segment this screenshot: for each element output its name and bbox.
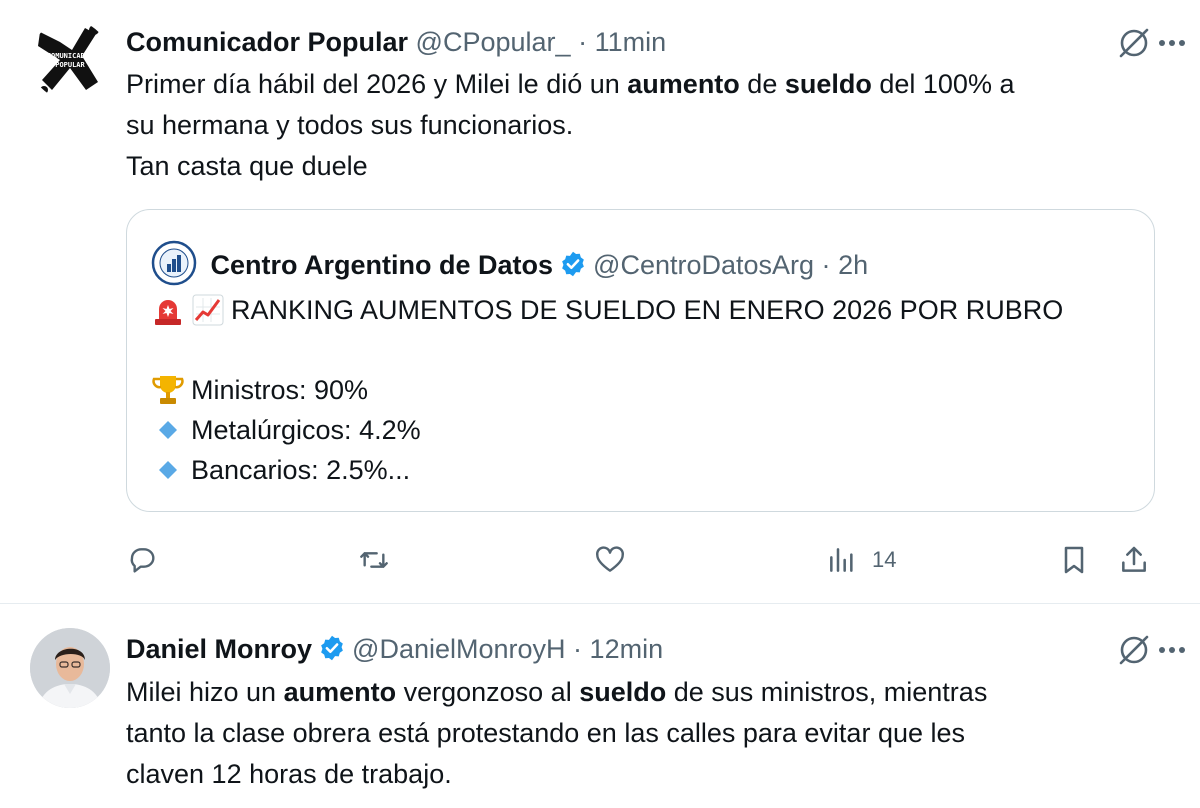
verified-badge-icon <box>562 251 584 277</box>
rotating-light-icon <box>155 300 181 325</box>
chart-increasing-icon <box>192 294 224 326</box>
author-name[interactable]: Comunicador Popular <box>126 27 408 57</box>
quote-avatar[interactable] <box>151 240 197 286</box>
blue-diamond-icon <box>159 461 177 479</box>
avatar[interactable]: COMUNICADOR POPULAR <box>30 20 110 100</box>
views-count: 14 <box>872 547 897 572</box>
tweet-text-line: Tan casta que duele <box>126 151 368 181</box>
separator-dot: · <box>821 250 831 280</box>
tweet-text-line: Milei hizo un aumento vergonzoso al suel… <box>126 677 988 707</box>
tweet-header: Daniel Monroy @DanielMonroyH · 12min <box>126 631 663 667</box>
ranking-item: Metalúrgicos: 4.2% <box>151 410 1063 450</box>
author-handle[interactable]: @CPopular_ <box>416 27 571 57</box>
bookmark-button[interactable] <box>1058 538 1090 582</box>
ranking-item-text: Metalúrgicos: 4.2% <box>191 415 421 445</box>
bookmark-icon <box>1064 546 1084 574</box>
views-button[interactable]: 14 <box>826 538 896 582</box>
tweet[interactable]: Daniel Monroy @DanielMonroyH · 12min Mile… <box>0 604 1200 808</box>
tweet-text: Primer día hábil del 2026 y Milei le dió… <box>126 64 1146 187</box>
quoted-tweet[interactable]: Centro Argentino de Datos @CentroDatosArg… <box>126 209 1155 512</box>
svg-text:POPULAR: POPULAR <box>55 61 85 69</box>
grok-icon[interactable] <box>1116 25 1152 61</box>
heart-icon <box>596 546 624 572</box>
quote-author-name[interactable]: Centro Argentino de Datos <box>211 250 554 280</box>
separator-dot: · <box>578 27 588 57</box>
ranking-item: Ministros: 90% <box>151 370 1063 410</box>
ranking-item: Bancarios: 2.5%... <box>151 450 1063 490</box>
avatar[interactable] <box>30 628 110 708</box>
tweet[interactable]: COMUNICADOR POPULAR Comunicador Popular … <box>0 0 1200 604</box>
more-icon[interactable] <box>1152 632 1192 668</box>
quote-text: RANKING AUMENTOS DE SUELDO EN ENERO 2026… <box>151 290 1063 490</box>
author-name[interactable]: Daniel Monroy <box>126 634 312 664</box>
reply-icon <box>130 548 155 573</box>
share-button[interactable] <box>1118 538 1150 582</box>
blue-diamond-icon <box>159 421 177 439</box>
author-handle[interactable]: @DanielMonroyH <box>352 634 565 664</box>
like-button[interactable] <box>594 538 626 582</box>
quote-headline: RANKING AUMENTOS DE SUELDO EN ENERO 2026… <box>231 295 1064 325</box>
ranking-item-text: Ministros: 90% <box>191 375 369 405</box>
verified-badge-icon <box>321 635 343 661</box>
separator-dot: · <box>573 634 583 664</box>
timestamp[interactable]: 12min <box>590 634 664 664</box>
tweet-text-line: su hermana y todos sus funcionarios. <box>126 110 574 140</box>
trophy-icon <box>152 376 184 404</box>
grok-icon[interactable] <box>1116 632 1152 668</box>
svg-text:COMUNICADOR: COMUNICADOR <box>47 52 94 60</box>
quote-author-handle[interactable]: @CentroDatosArg <box>593 250 814 280</box>
tweet-text-line: tanto la clase obrera está protestando e… <box>126 718 966 748</box>
reply-button[interactable] <box>126 538 158 582</box>
share-icon <box>1122 546 1146 572</box>
ranking-item-text: Bancarios: 2.5%... <box>191 455 411 485</box>
quote-header: Centro Argentino de Datos @CentroDatosArg… <box>151 240 868 286</box>
quote-timestamp[interactable]: 2h <box>838 250 868 280</box>
timestamp[interactable]: 11min <box>595 27 667 57</box>
quote-headline-line: RANKING AUMENTOS DE SUELDO EN ENERO 2026… <box>151 290 1063 330</box>
tweet-text-line: claven 12 horas de trabajo. <box>126 759 452 789</box>
views-icon <box>830 548 853 572</box>
action-bar: 14 <box>126 538 1166 582</box>
repost-button[interactable] <box>358 538 390 582</box>
tweet-text: Milei hizo un aumento vergonzoso al suel… <box>126 672 1146 795</box>
repost-icon <box>360 552 388 568</box>
tweet-text-line: Primer día hábil del 2026 y Milei le dió… <box>126 69 1015 99</box>
tweet-header: Comunicador Popular @CPopular_ · 11min <box>126 24 666 60</box>
more-icon[interactable] <box>1152 25 1192 61</box>
